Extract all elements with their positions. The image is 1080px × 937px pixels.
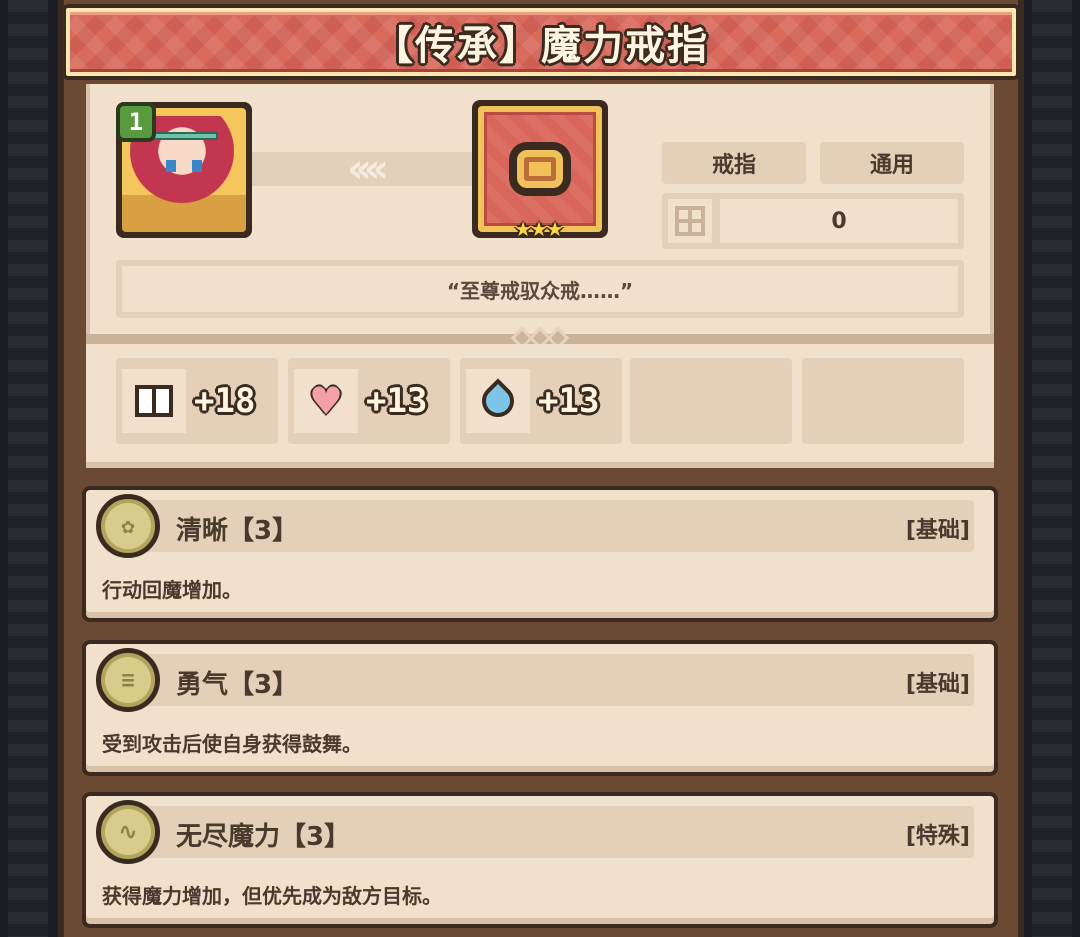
stats-row: +18 ♥ +13 +13	[86, 344, 994, 468]
stat-slot-empty	[630, 358, 792, 444]
hero-eye-left	[166, 160, 176, 172]
book-icon	[135, 385, 173, 417]
chevron-left-icon: ‹‹‹‹	[347, 146, 389, 192]
skill-clarity-icon: ✿	[96, 494, 160, 558]
slot-counter: 0	[662, 193, 964, 249]
stat-magic-value: +18	[194, 381, 256, 421]
stat-mana: +13	[460, 358, 622, 444]
skill-description: 行动回魔增加。	[102, 578, 242, 602]
slot-counter-value: 0	[720, 199, 958, 243]
skill-type: [基础]	[905, 672, 970, 697]
flavor-quote-text: “至尊戒驭众戒……”	[122, 266, 958, 312]
skill-name: 勇气【3】	[176, 670, 299, 700]
mana-drop-icon	[475, 378, 521, 424]
ring-icon	[509, 142, 571, 196]
frame-right	[1032, 0, 1072, 937]
item-star-rating: ★★★	[514, 217, 564, 241]
slot-grid-icon	[675, 206, 705, 236]
stat-health: ♥ +13	[288, 358, 450, 444]
tag-ring: 戒指	[662, 142, 806, 184]
frame-left	[8, 0, 48, 937]
stat-slot-empty	[802, 358, 964, 444]
skill-card[interactable]: ≡ 勇气【3】 [基础] 受到攻击后使自身获得鼓舞。	[82, 640, 998, 776]
skill-card[interactable]: ∿ 无尽魔力【3】 [特殊] 获得魔力增加，但优先成为敌方目标。	[82, 792, 998, 928]
skill-name: 清晰【3】	[176, 516, 299, 546]
stat-mana-value: +13	[538, 381, 600, 421]
stat-magic: +18	[116, 358, 278, 444]
skill-type: [特殊]	[905, 824, 970, 849]
page-title: 【传承】魔力戒指	[373, 23, 709, 69]
skill-card[interactable]: ✿ 清晰【3】 [基础] 行动回魔增加。	[82, 486, 998, 622]
transfer-arrow: ‹‹‹‹	[252, 146, 476, 192]
heart-icon: ♥	[308, 379, 344, 423]
skill-description: 受到攻击后使自身获得鼓舞。	[102, 732, 362, 756]
hero-eye-right	[192, 160, 202, 172]
hero-level-badge: 1	[116, 102, 156, 142]
hero-headband	[148, 132, 218, 140]
skill-courage-icon: ≡	[96, 648, 160, 712]
flavor-quote: “至尊戒驭众戒……”	[116, 260, 964, 318]
tag-universal: 通用	[820, 142, 964, 184]
title-banner: 【传承】魔力戒指	[62, 4, 1020, 80]
skill-description: 获得魔力增加，但优先成为敌方目标。	[102, 884, 442, 908]
skill-endless-mana-icon: ∿	[96, 800, 160, 864]
skill-name: 无尽魔力【3】	[176, 822, 351, 852]
stat-health-value: +13	[366, 381, 428, 421]
skill-type: [基础]	[905, 518, 970, 543]
